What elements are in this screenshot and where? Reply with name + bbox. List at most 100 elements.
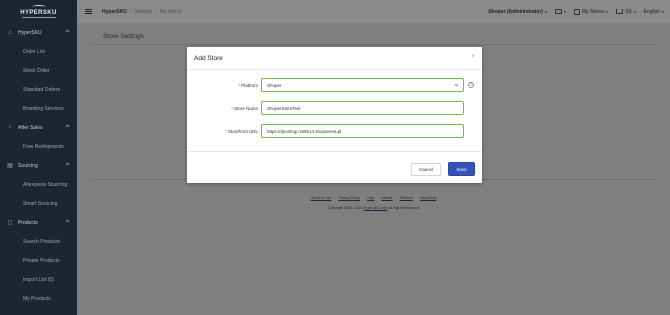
copyright-link[interactable]: HyperSKU.com xyxy=(363,206,387,210)
store-bag-icon xyxy=(573,8,580,15)
footer-link-blog[interactable]: HyperBlog xyxy=(420,196,436,200)
title-divider xyxy=(91,44,656,45)
sidebar-section-hypersku[interactable]: ⌂ HyperSKU xyxy=(0,23,77,42)
required-mark: * xyxy=(231,106,233,111)
sidebar-item-label: Free Reshipments xyxy=(23,143,64,150)
sidebar-item-label: Branding Services xyxy=(23,105,64,112)
sidebar-item-label: Stock Order xyxy=(23,67,50,74)
logo-underline xyxy=(21,17,56,18)
sidebar: HYPERSKU ⌂ HyperSKU Order List Stock Ord… xyxy=(0,0,77,315)
storefront-url-label-text: Storefront URL xyxy=(227,129,258,134)
store-name-input[interactable]: ShoperStoreTest xyxy=(261,101,464,115)
sidebar-item-my-products[interactable]: My Products xyxy=(0,289,77,308)
store-name-label: *Store Name xyxy=(231,106,258,111)
store-name-label-text: Store Name xyxy=(233,106,258,111)
language-label: English xyxy=(643,8,660,15)
storefront-url-value: https://devshop-158514.shoparena.pl xyxy=(267,128,342,134)
sidebar-item-smart-sourcing[interactable]: Smart Sourcing xyxy=(0,194,77,213)
footer-copyright: Copyright 2018 - 2021 HyperSKU.com All R… xyxy=(77,206,670,210)
lightbulb-icon: ♀ xyxy=(7,124,13,131)
sidebar-item-stock-order[interactable]: Stock Order xyxy=(0,61,77,80)
cart-count: (0) xyxy=(625,8,632,15)
sourcing-icon: ▤ xyxy=(7,163,13,169)
cancel-button[interactable]: Cancel xyxy=(411,163,441,176)
sidebar-item-label: Smart Sourcing xyxy=(23,200,58,207)
top-header: HyperSKU / Settings / My Stores Shoper (… xyxy=(77,0,670,23)
dialog-title: Add Store xyxy=(194,55,223,62)
chevron-up-icon xyxy=(65,124,70,129)
user-name: Shoper (Administrator) xyxy=(488,8,543,15)
footer-link-terms[interactable]: Terms of Use xyxy=(311,196,332,200)
caret-down-icon xyxy=(633,10,636,13)
sidebar-item-search-products[interactable]: Search Products xyxy=(0,232,77,251)
store-name-row: *Store Name ShoperStoreTest xyxy=(187,101,482,116)
footer-links: Terms of Use Privacy Policy Help Affilia… xyxy=(77,196,670,200)
storefront-url-input[interactable]: https://devshop-158514.shoparena.pl xyxy=(261,124,464,138)
breadcrumb-separator: / xyxy=(155,8,157,15)
sidebar-item-standard-orders[interactable]: Standard Orders xyxy=(0,80,77,99)
dialog-footer-divider xyxy=(187,151,482,152)
copyright-suffix: All Rights Reserved xyxy=(388,206,420,210)
copyright-prefix: Copyright 2018 - 2021 xyxy=(327,206,363,210)
sidebar-item-label: Search Products xyxy=(23,238,60,245)
dialog-header-divider xyxy=(187,69,482,70)
messages-menu[interactable] xyxy=(554,9,566,14)
sidebar-item-label: Private Products xyxy=(23,257,60,264)
sidebar-item-import-list[interactable]: Import List (0) xyxy=(0,270,77,289)
breadcrumb-separator: / xyxy=(129,8,132,15)
sidebar-item-label: Import List (0) xyxy=(23,276,54,283)
platform-label: *Platform xyxy=(238,83,258,88)
chevron-down-icon xyxy=(454,82,459,87)
sidebar-item-label: Order List xyxy=(23,48,45,55)
sidebar-item-private-products[interactable]: Private Products xyxy=(0,251,77,270)
cart-icon xyxy=(616,9,624,14)
sidebar-section-products[interactable]: ◻ Products xyxy=(0,213,77,232)
logo-text: HYPERSKU xyxy=(20,10,57,16)
sidebar-item-label: Sourcing xyxy=(18,162,38,169)
sidebar-item-branding-services[interactable]: Branding Services xyxy=(0,99,77,118)
footer-link-affiliate[interactable]: Affiliate xyxy=(381,196,392,200)
sidebar-section-sourcing[interactable]: ▤ Sourcing xyxy=(0,156,77,175)
platform-label-text: Platform xyxy=(241,83,258,88)
logo-mark-icon xyxy=(31,5,46,9)
footer-link-help[interactable]: Help xyxy=(367,196,374,200)
close-icon[interactable]: × xyxy=(471,54,475,60)
footer-link-privacy[interactable]: Privacy Policy xyxy=(338,196,360,200)
chevron-up-icon xyxy=(65,29,70,34)
platform-value: Shoper xyxy=(267,82,282,88)
bag-icon: ◻ xyxy=(7,220,13,226)
required-mark: * xyxy=(225,129,227,134)
caret-down-icon xyxy=(563,10,566,13)
header-actions: Shoper (Administrator) My Stores (0) Eng… xyxy=(488,0,664,23)
caret-down-icon xyxy=(544,10,547,13)
sidebar-item-aliexpress-sourcing[interactable]: Aliexpress Sourcing xyxy=(0,175,77,194)
breadcrumb: HyperSKU / Settings / My Stores xyxy=(102,9,182,15)
hamburger-menu-icon[interactable] xyxy=(85,9,92,14)
breadcrumb-settings[interactable]: Settings xyxy=(134,9,152,15)
chevron-up-icon xyxy=(65,219,70,224)
help-icon[interactable]: ? xyxy=(468,82,474,88)
sidebar-item-label: Standard Orders xyxy=(23,86,60,93)
language-menu[interactable]: English xyxy=(644,9,664,15)
sidebar-item-label: Aliexpress Sourcing xyxy=(23,181,68,188)
platform-select[interactable]: Shoper xyxy=(261,78,464,92)
user-menu[interactable]: Shoper (Administrator) xyxy=(488,9,547,15)
sidebar-item-label: After Sales xyxy=(18,124,43,131)
sidebar-item-label: HyperSKU xyxy=(18,29,42,36)
caret-down-icon xyxy=(662,10,664,13)
sidebar-item-label: Products xyxy=(18,219,38,226)
storefront-url-label: *Storefront URL xyxy=(225,129,258,134)
sidebar-section-after-sales[interactable]: ♀ After Sales xyxy=(0,118,77,137)
footer-link-partners[interactable]: Partners xyxy=(400,196,413,200)
logo[interactable]: HYPERSKU xyxy=(0,0,77,23)
breadcrumb-current: My Stores xyxy=(159,8,183,15)
save-button[interactable]: Save xyxy=(448,162,475,176)
breadcrumb-root[interactable]: HyperSKU xyxy=(102,9,127,15)
platform-row: *Platform Shoper ? xyxy=(187,78,482,93)
cart-menu[interactable]: (0) xyxy=(616,8,636,15)
stores-menu[interactable]: My Stores xyxy=(573,8,609,15)
sidebar-item-order-list[interactable]: Order List xyxy=(0,42,77,61)
sidebar-item-free-reshipments[interactable]: Free Reshipments xyxy=(0,137,77,156)
storefront-url-row: *Storefront URL https://devshop-158514.s… xyxy=(187,124,482,139)
home-icon: ⌂ xyxy=(8,29,12,36)
